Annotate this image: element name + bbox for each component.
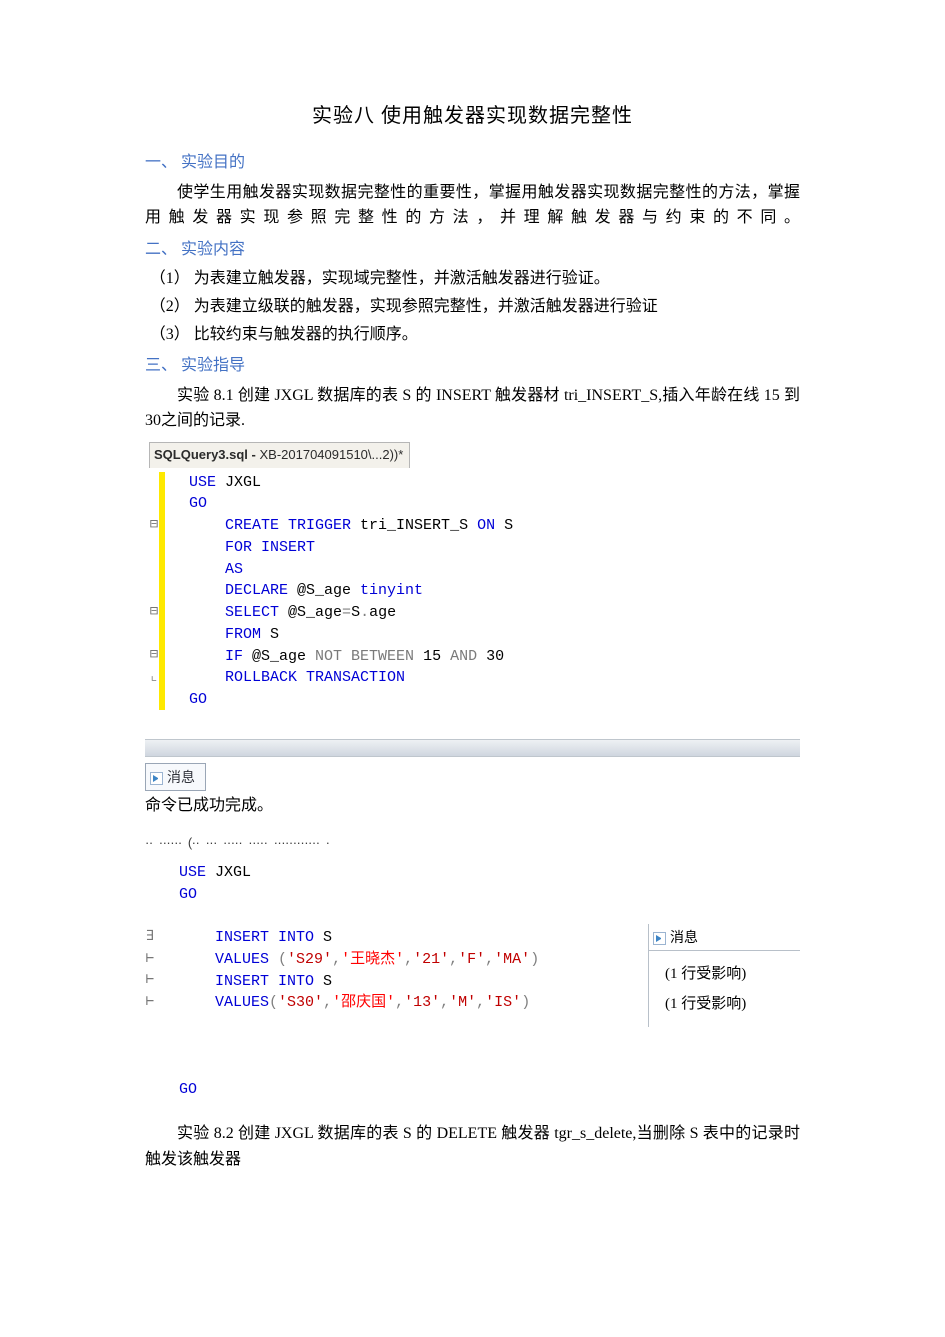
panel-divider <box>145 739 800 757</box>
section1-para: 使学生用触发器实现数据完整性的重要性，掌握用触发器实现数据完整性的方法，掌握用触… <box>145 180 800 231</box>
messages-tab-label: 消息 <box>167 769 195 785</box>
messages-row-2: (1 行受影响) <box>665 989 794 1019</box>
messages-panel-2: 消息 (1 行受影响) (1 行受影响) <box>648 924 800 1027</box>
code-line: INSERT INTO S <box>161 927 620 949</box>
code-line: AS <box>171 559 800 581</box>
section2-item-2: （2） 为表建立级联的触发器，实现参照完整性，并激活触发器进行验证 <box>150 294 800 320</box>
messages-tab-2[interactable]: 消息 <box>649 924 800 951</box>
message-icon <box>653 932 666 945</box>
section2-heading: 二、 实验内容 <box>145 237 800 263</box>
messages-tab-1[interactable]: 消息 <box>145 763 206 791</box>
section3-heading: 三、 实验指导 <box>145 353 800 379</box>
code-line: GO <box>171 689 800 711</box>
section2-item-3: （3） 比较约束与触发器的执行顺序。 <box>150 322 800 348</box>
sql-editor-2: ∃⊢⊢⊢ USE JXGL GO INSERT INTO S VALUES ('… <box>145 858 620 1105</box>
code-line: FROM S <box>171 624 800 646</box>
code-line <box>161 905 620 927</box>
truncated-header: ·· ······ (·· ··· ····· ····· ··········… <box>145 833 800 854</box>
code-area-2[interactable]: ∃⊢⊢⊢ USE JXGL GO INSERT INTO S VALUES ('… <box>145 858 620 1105</box>
code-line: ROLLBACK TRANSACTION <box>171 667 800 689</box>
code-line <box>161 1058 620 1080</box>
message-icon <box>150 772 163 785</box>
code-area-1[interactable]: ⊟ ⊟ ⊟⌞ USE JXGL GO CREATE TRIGGER tri_IN… <box>149 468 800 715</box>
code-line: CREATE TRIGGER tri_INSERT_S ON S <box>171 515 800 537</box>
code-line: VALUES ('S29','王晓杰','21','F','MA') <box>161 949 620 971</box>
code-line: IF @S_age NOT BETWEEN 15 AND 30 <box>171 646 800 668</box>
tab-suffix: XB-201704091510\...2))* <box>259 447 403 462</box>
tab-filename: SQLQuery3.sql - <box>154 447 259 462</box>
page-title: 实验八 使用触发器实现数据完整性 <box>145 100 800 132</box>
code-line: DECLARE @S_age tinyint <box>171 580 800 602</box>
messages-output-1: 命令已成功完成。 <box>145 793 800 819</box>
outline-gutter-1[interactable]: ⊟ ⊟ ⊟⌞ <box>149 472 159 711</box>
code-line: USE JXGL <box>171 472 800 494</box>
code-line: USE JXGL <box>161 862 620 884</box>
experiment-8-1-desc: 实验 8.1 创建 JXGL 数据库的表 S 的 INSERT 触发器材 tri… <box>145 383 800 434</box>
experiment-8-2-desc: 实验 8.2 创建 JXGL 数据库的表 S 的 DELETE 触发器 tgr_… <box>145 1121 800 1172</box>
code-line: GO <box>171 493 800 515</box>
code-line <box>161 1036 620 1058</box>
code-line: SELECT @S_age=S.age <box>171 602 800 624</box>
change-marker <box>159 472 165 710</box>
code-line: GO <box>161 884 620 906</box>
code-line: INSERT INTO S <box>161 971 620 993</box>
messages-row-1: (1 行受影响) <box>665 959 794 989</box>
code-line: GO <box>161 1079 620 1101</box>
section2-item-1: （1） 为表建立触发器，实现域完整性，并激活触发器进行验证。 <box>150 266 800 292</box>
editor-tab-1[interactable]: SQLQuery3.sql - XB-201704091510\...2))* <box>149 442 410 468</box>
code-line: FOR INSERT <box>171 537 800 559</box>
section1-heading: 一、 实验目的 <box>145 150 800 176</box>
sql-editor-1: SQLQuery3.sql - XB-201704091510\...2))* … <box>149 442 800 715</box>
messages-tab-label-2: 消息 <box>670 929 698 945</box>
code-line <box>161 1014 620 1036</box>
code-line: VALUES('S30','邵庆国','13','M','IS') <box>161 992 620 1014</box>
outline-gutter-2[interactable]: ∃⊢⊢⊢ <box>145 862 155 1122</box>
